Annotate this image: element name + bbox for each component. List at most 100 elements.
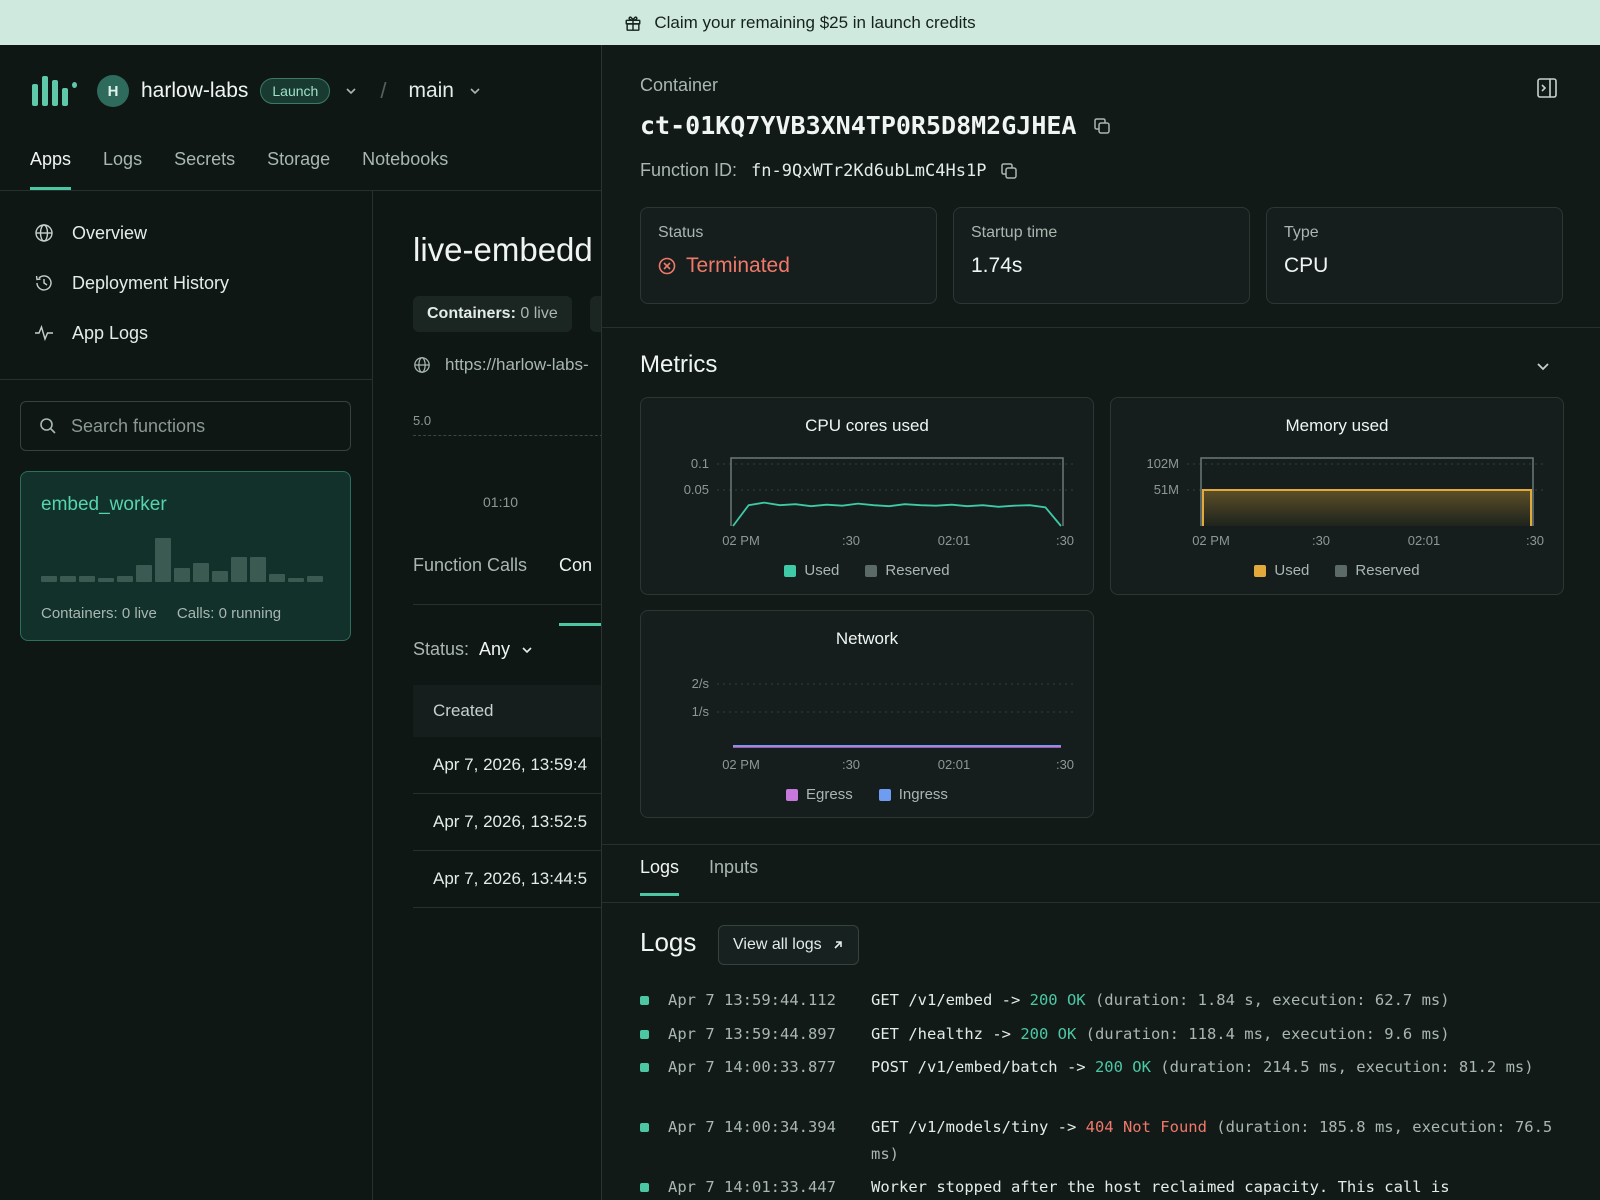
log-tabs: Logs Inputs <box>640 857 758 896</box>
status-card: Status Terminated <box>640 207 937 304</box>
legend-swatch <box>786 788 799 801</box>
network-chart-card: Network 2/s 1/s 02 PM:30 02:01:30 Egress In… <box>640 610 1094 818</box>
copy-icon[interactable] <box>1093 117 1111 135</box>
x-tick-label: :30 <box>1056 757 1074 772</box>
y-tick-label: 1/s <box>692 704 710 719</box>
log-row[interactable]: Apr 7 13:59:44.112 GET /v1/embed -> 200 O… <box>640 987 1570 1014</box>
status-filter[interactable]: Status: Any <box>413 639 534 660</box>
log-timestamp: Apr 7 13:59:44.897 <box>668 1025 836 1043</box>
log-row[interactable]: Apr 7 14:01:33.447 Worker stopped after t… <box>640 1174 1570 1200</box>
container-id-text: ct-01KQ7YVB3XN4TP0R5D8M2GJHEA <box>640 111 1077 140</box>
x-tick-label: 02 PM <box>722 757 760 772</box>
sparkline-bar <box>60 576 76 582</box>
x-tick-label: :30 <box>1526 533 1544 548</box>
sparkline-bar <box>193 563 209 582</box>
log-message: GET /healthz -> 200 OK (duration: 118.4 … <box>871 1025 1450 1043</box>
used-area <box>1203 490 1531 526</box>
sparkline-bar <box>212 571 228 582</box>
log-row[interactable]: Apr 7 14:00:33.877 POST /v1/embed/batch -… <box>640 1054 1570 1081</box>
chevron-down-icon[interactable] <box>344 84 358 98</box>
banner-text[interactable]: Claim your remaining $25 in launch credi… <box>654 13 975 33</box>
promo-banner[interactable]: Claim your remaining $25 in launch credi… <box>0 0 1600 45</box>
chevron-down-icon[interactable] <box>1534 357 1552 375</box>
function-name[interactable]: embed_worker <box>41 494 330 516</box>
error-circle-icon <box>658 257 676 275</box>
app-title: live-embedd <box>413 231 593 268</box>
tab-apps[interactable]: Apps <box>30 137 72 190</box>
table-header-created[interactable]: Created <box>413 685 601 737</box>
sparkline-bar <box>117 576 133 582</box>
container-detail-panel: Container ct-01KQ7YVB3XN4TP0R5D8M2GJHEA … <box>601 45 1600 1200</box>
tab-secrets[interactable]: Secrets <box>174 137 235 190</box>
legend-label: Used <box>1274 562 1310 579</box>
nav-tabs: Apps Logs Secrets Storage Notebooks <box>0 137 601 191</box>
search-box[interactable] <box>20 401 351 451</box>
x-tick-label: 02:01 <box>938 533 971 548</box>
sidebar-item-app-logs[interactable]: App Logs <box>0 308 372 358</box>
cpu-chart-card: CPU cores used 0.1 0.05 02 PM:30 02:01:30 U… <box>640 397 1094 595</box>
sparkline-bar <box>174 568 190 582</box>
tab-logs[interactable]: Logs <box>640 857 680 896</box>
tab-function-calls[interactable]: Function Calls <box>413 555 527 604</box>
tab-notebooks[interactable]: Notebooks <box>362 137 448 190</box>
collapse-panel-icon[interactable] <box>1536 77 1558 99</box>
log-message: GET /v1/embed -> 200 OK (duration: 1.84 … <box>871 991 1450 1009</box>
log-level-indicator <box>640 996 649 1005</box>
chevron-down-icon[interactable] <box>520 643 534 657</box>
workspace-name[interactable]: harlow-labs <box>141 79 248 103</box>
log-level-indicator <box>640 1183 649 1192</box>
sidebar-item-deployment-history[interactable]: Deployment History <box>0 258 372 308</box>
globe-icon <box>414 357 430 373</box>
view-all-logs-label: View all logs <box>733 936 822 953</box>
app-url-text[interactable]: https://harlow-labs- <box>445 355 589 375</box>
function-id-row: Function ID: fn-9QxWTr2Kd6ubLmC4Hs1P <box>640 160 1018 181</box>
avatar[interactable]: H <box>97 75 129 107</box>
logo[interactable] <box>32 76 77 106</box>
log-timestamp: Apr 7 13:59:44.112 <box>668 991 836 1009</box>
calls-pill <box>590 296 601 332</box>
arrow-up-right-icon <box>834 941 842 949</box>
table-row[interactable]: Apr 7, 2026, 13:52:5 <box>413 794 601 851</box>
globe-icon <box>35 224 53 242</box>
log-row[interactable]: Apr 7 14:00:34.394 GET /v1/models/tiny ->… <box>640 1114 1570 1168</box>
search-input[interactable] <box>71 415 331 437</box>
function-card[interactable]: embed_worker Containers: 0 live Calls: 0… <box>20 471 351 641</box>
legend-item[interactable]: Reserved <box>865 562 950 579</box>
environment-name[interactable]: main <box>408 79 454 103</box>
copy-icon[interactable] <box>1000 162 1018 180</box>
legend-item[interactable]: Used <box>784 562 839 579</box>
app-url[interactable]: https://harlow-labs- <box>413 355 589 375</box>
legend-item[interactable]: Used <box>1254 562 1309 579</box>
divider <box>602 327 1600 328</box>
log-message: Worker stopped after the host reclaimed … <box>871 1178 1450 1196</box>
startup-time-card: Startup time 1.74s <box>953 207 1250 304</box>
table-row[interactable]: Apr 7, 2026, 13:44:5 <box>413 851 601 908</box>
sidebar-item-overview[interactable]: Overview <box>0 208 372 258</box>
tab-inputs[interactable]: Inputs <box>709 857 758 878</box>
tab-storage[interactable]: Storage <box>267 137 330 190</box>
legend-label: Egress <box>806 786 853 803</box>
app-main: live-embedd Containers: 0 live https://h… <box>373 191 601 1200</box>
legend-label: Ingress <box>898 786 948 803</box>
log-level-indicator <box>640 1063 649 1072</box>
memory-chart-card: Memory used 102M 51M 02 PM:30 02:01:30 Used… <box>1110 397 1564 595</box>
legend-item[interactable]: Ingress <box>878 786 948 803</box>
plan-badge: Launch <box>260 78 331 104</box>
tab-logs[interactable]: Logs <box>103 137 142 190</box>
legend-item[interactable]: Egress <box>786 786 853 803</box>
tab-containers[interactable]: Con <box>559 555 601 626</box>
sparkline-bar <box>79 576 95 582</box>
y-tick-label: 2/s <box>692 676 710 691</box>
log-timestamp: Apr 7 14:01:33.447 <box>668 1178 836 1196</box>
table-row[interactable]: Apr 7, 2026, 13:59:4 <box>413 737 601 794</box>
log-timestamp: Apr 7 14:00:34.394 <box>668 1118 836 1136</box>
x-tick-label: 02:01 <box>938 757 971 772</box>
status-filter-value[interactable]: Any <box>479 639 510 660</box>
chevron-down-icon[interactable] <box>468 84 482 98</box>
legend-item[interactable]: Reserved <box>1335 562 1420 579</box>
mini-chart-xlabel: 01:10 <box>483 494 519 510</box>
view-all-logs-button[interactable]: View all logs <box>718 925 859 965</box>
panel-label: Container <box>640 75 719 95</box>
log-row[interactable]: Apr 7 13:59:44.897 GET /healthz -> 200 OK… <box>640 1021 1570 1048</box>
y-tick-label: 51M <box>1154 482 1179 497</box>
